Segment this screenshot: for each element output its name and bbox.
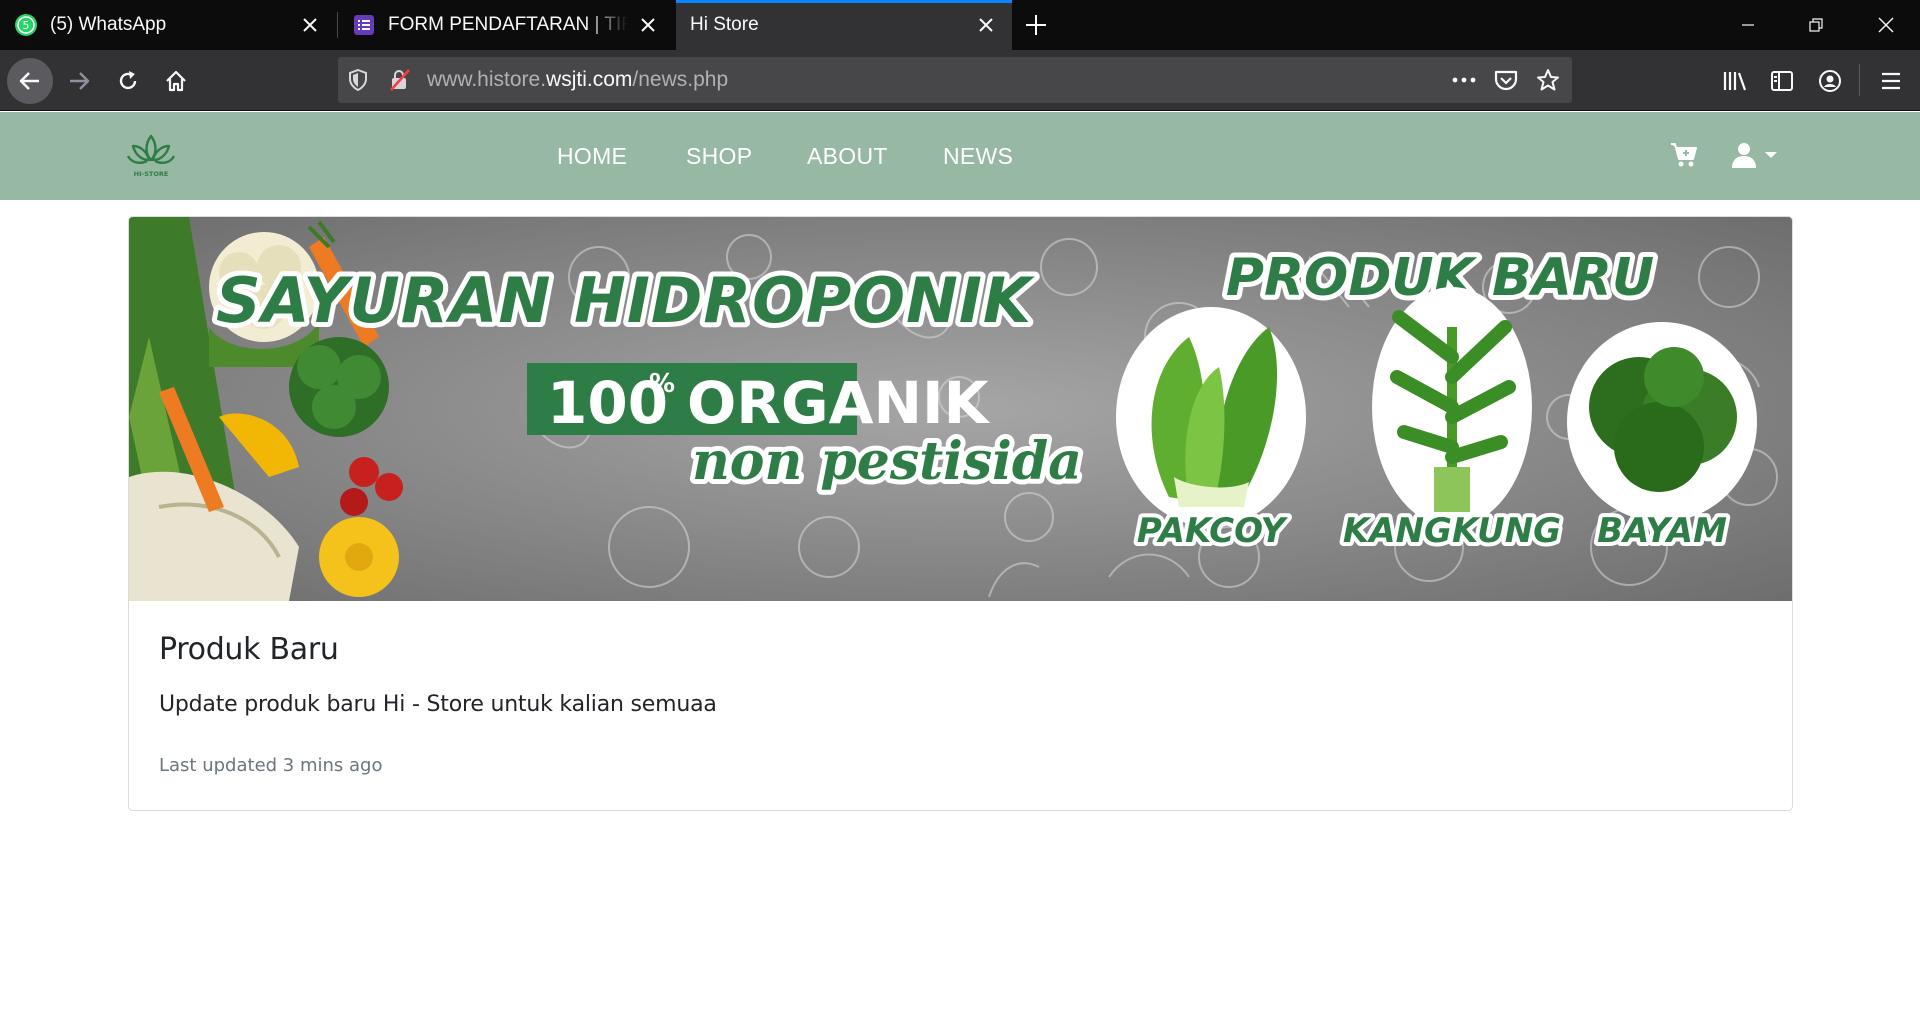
toolbar-separator xyxy=(1859,64,1860,96)
svg-text:non pestisida: non pestisida xyxy=(692,431,1082,492)
nav-about-label: ABOUT xyxy=(807,142,888,169)
shield-icon[interactable] xyxy=(346,68,370,92)
svg-text:SAYURAN HIDROPONIK: SAYURAN HIDROPONIK xyxy=(216,264,1035,337)
plus-icon xyxy=(1026,15,1046,35)
svg-text:ORGANIK: ORGANIK xyxy=(687,369,991,437)
close-icon xyxy=(1878,17,1894,33)
account-button[interactable] xyxy=(1807,58,1853,104)
card-text: Update produk baru Hi - Store untuk kali… xyxy=(159,692,717,717)
close-tab-icon[interactable] xyxy=(966,5,1006,45)
svg-text:HI-STORE: HI-STORE xyxy=(134,170,169,178)
library-button[interactable] xyxy=(1712,58,1758,104)
nav-home[interactable]: HOME xyxy=(557,112,627,200)
new-tab-button[interactable] xyxy=(1016,5,1056,45)
more-actions-icon[interactable] xyxy=(1452,68,1476,92)
tab-form-pendaftaran[interactable]: FORM PENDAFTARAN | TIF EXHIBITION xyxy=(338,0,674,50)
reload-button[interactable] xyxy=(105,58,151,104)
bookmark-star-icon[interactable] xyxy=(1536,68,1560,92)
minimize-icon xyxy=(1742,24,1754,26)
site-navbar: HI-STORE HOME SHOP ABOUT NEWS xyxy=(0,112,1920,200)
hi-store-logo[interactable]: HI-STORE xyxy=(125,132,177,180)
nav-news[interactable]: NEWS xyxy=(943,112,1013,200)
tab-whatsapp[interactable]: 5 (5) WhatsApp xyxy=(0,0,336,50)
arrow-left-icon xyxy=(19,72,39,90)
tab-title: FORM PENDAFTARAN | TIF EXHIBITION xyxy=(388,14,628,35)
close-tab-icon[interactable] xyxy=(290,5,330,45)
browser-toolbar: www.histore.wsjti.com/news.php xyxy=(0,50,1920,111)
close-tab-icon[interactable] xyxy=(628,5,668,45)
tab-hi-store[interactable]: Hi Store xyxy=(676,0,1012,50)
svg-text:PAKCOY: PAKCOY xyxy=(1137,511,1289,551)
nav-shop[interactable]: SHOP xyxy=(686,112,752,200)
home-button[interactable] xyxy=(153,58,199,104)
svg-text:5: 5 xyxy=(23,19,30,32)
menu-button[interactable] xyxy=(1868,58,1914,104)
back-button[interactable] xyxy=(7,58,53,104)
user-menu-button[interactable] xyxy=(1730,142,1778,168)
whatsapp-icon: 5 xyxy=(14,13,38,37)
home-icon xyxy=(166,70,186,92)
sidebar-toggle-button[interactable] xyxy=(1759,58,1805,104)
cart-icon xyxy=(1671,143,1697,167)
user-icon xyxy=(1732,143,1756,168)
google-forms-icon xyxy=(352,13,376,37)
restore-icon xyxy=(1809,18,1823,32)
url-text[interactable]: www.histore.wsjti.com/news.php xyxy=(427,68,728,92)
tab-title: (5) WhatsApp xyxy=(50,14,167,35)
browser-tab-bar: 5 (5) WhatsApp FORM PENDAFTARAN | TIF EX… xyxy=(0,0,1920,50)
nav-home-label: HOME xyxy=(557,142,628,169)
news-card: SAYURAN HIDROPONIK SAYURAN HIDROPONIK 10… xyxy=(128,216,1793,811)
insecure-lock-icon[interactable] xyxy=(388,68,412,92)
card-title: Produk Baru xyxy=(159,632,339,667)
nav-about[interactable]: ABOUT xyxy=(807,112,888,200)
pocket-icon[interactable] xyxy=(1494,68,1518,92)
nav-news-label: NEWS xyxy=(943,142,1014,169)
last-updated-text: Last updated 3 mins ago xyxy=(159,755,383,776)
library-icon xyxy=(1723,72,1747,91)
caret-down-icon xyxy=(1765,152,1777,158)
tab-title: Hi Store xyxy=(690,14,759,35)
forward-button[interactable] xyxy=(56,58,102,104)
reload-icon xyxy=(119,71,137,90)
address-bar[interactable]: www.histore.wsjti.com/news.php xyxy=(338,57,1572,103)
sidebar-icon xyxy=(1771,71,1793,91)
hamburger-icon xyxy=(1882,72,1900,90)
news-banner-image: SAYURAN HIDROPONIK SAYURAN HIDROPONIK 10… xyxy=(129,217,1792,601)
svg-text:%: % xyxy=(649,369,675,399)
svg-text:KANGKUNG: KANGKUNG xyxy=(1343,511,1561,551)
account-icon xyxy=(1819,70,1841,92)
minimize-button[interactable] xyxy=(1714,0,1782,50)
nav-shop-label: SHOP xyxy=(686,142,753,169)
close-window-button[interactable] xyxy=(1852,0,1920,50)
arrow-right-icon xyxy=(70,72,90,90)
restore-button[interactable] xyxy=(1782,0,1850,50)
cart-button[interactable] xyxy=(1670,142,1698,168)
svg-text:BAYAM: BAYAM xyxy=(1597,511,1727,551)
